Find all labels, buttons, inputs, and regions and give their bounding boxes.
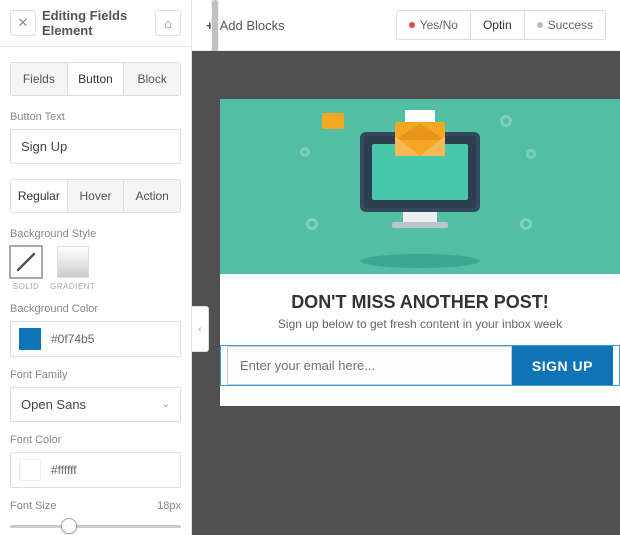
hero-image: [220, 99, 620, 274]
step-yesno-label: Yes/No: [420, 18, 458, 32]
bg-style-gradient[interactable]: [57, 246, 89, 278]
optin-subtext: Sign up below to get fresh content in yo…: [230, 317, 610, 331]
chevron-left-icon: ‹: [198, 324, 201, 335]
close-icon: ✕: [18, 15, 29, 31]
main-area: + Add Blocks Yes/No Optin Success: [192, 0, 620, 535]
slider-track: [10, 525, 181, 528]
bg-style-gradient-label: GRADIENT: [50, 282, 95, 291]
dot-icon: [537, 22, 543, 28]
slider-thumb[interactable]: [61, 518, 77, 534]
preview-canvas: ‹: [192, 51, 620, 535]
step-yesno[interactable]: Yes/No: [397, 11, 471, 39]
monitor-icon: [360, 132, 480, 242]
envelope-icon: [395, 118, 445, 156]
font-family-label: Font Family: [10, 369, 181, 381]
optin-headline: DON'T MISS ANOTHER POST!: [230, 292, 610, 313]
font-color-label: Font Color: [10, 434, 181, 446]
font-size-value: 18px: [157, 500, 181, 512]
bg-color-chip: [19, 328, 41, 350]
step-optin[interactable]: Optin: [471, 11, 525, 39]
step-optin-label: Optin: [483, 18, 512, 32]
tab-hover[interactable]: Hover: [68, 180, 125, 212]
element-tabs: Fields Button Block: [10, 62, 181, 96]
bg-color-input[interactable]: #0f74b5: [10, 321, 181, 357]
font-size-label: Font Size: [10, 500, 56, 512]
font-size-slider[interactable]: [10, 516, 181, 535]
add-blocks-label: Add Blocks: [220, 18, 285, 33]
tab-button[interactable]: Button: [68, 63, 125, 95]
font-size-row: Font Size 18px: [10, 500, 181, 512]
font-color-value: #ffffff: [51, 463, 77, 477]
tab-action[interactable]: Action: [124, 180, 180, 212]
bg-style-swatches: SOLID GRADIENT: [10, 246, 181, 291]
font-family-select[interactable]: Open Sans ⌄: [10, 387, 181, 422]
signup-button[interactable]: SIGN UP: [512, 346, 613, 385]
close-button[interactable]: ✕: [10, 10, 36, 36]
bg-color-label: Background Color: [10, 303, 181, 315]
sidebar-title: Editing Fields Element: [42, 8, 149, 38]
tab-regular[interactable]: Regular: [11, 180, 68, 212]
button-text-input[interactable]: [10, 129, 181, 164]
home-icon: ⌂: [164, 16, 172, 31]
bg-style-label: Background Style: [10, 228, 181, 240]
button-panel: Button Text Regular Hover Action Backgro…: [0, 111, 191, 535]
font-color-chip: [19, 459, 41, 481]
collapse-sidebar-button[interactable]: ‹: [192, 306, 209, 352]
step-tabs: Yes/No Optin Success: [396, 10, 606, 40]
optin-form: SIGN UP: [220, 345, 620, 386]
editor-sidebar: ✕ Editing Fields Element ⌂ Fields Button…: [0, 0, 192, 535]
font-family-value: Open Sans: [21, 397, 86, 412]
step-success[interactable]: Success: [525, 11, 605, 39]
font-color-input[interactable]: #ffffff: [10, 452, 181, 488]
bg-style-solid-label: SOLID: [13, 282, 40, 291]
step-success-label: Success: [548, 18, 593, 32]
home-button[interactable]: ⌂: [155, 10, 181, 36]
email-input[interactable]: [227, 346, 512, 385]
bg-color-value: #0f74b5: [51, 332, 94, 346]
dot-icon: [409, 22, 415, 28]
toolbar: + Add Blocks Yes/No Optin Success: [192, 0, 620, 51]
chevron-down-icon: ⌄: [162, 399, 170, 410]
notification-icon: [322, 113, 344, 129]
app-root: ✕ Editing Fields Element ⌂ Fields Button…: [0, 0, 620, 535]
tab-block[interactable]: Block: [124, 63, 180, 95]
button-text-label: Button Text: [10, 111, 181, 123]
tab-fields[interactable]: Fields: [11, 63, 68, 95]
bg-style-solid[interactable]: [10, 246, 42, 278]
state-tabs: Regular Hover Action: [10, 179, 181, 213]
sidebar-header: ✕ Editing Fields Element ⌂: [0, 0, 191, 47]
optin-preview: DON'T MISS ANOTHER POST! Sign up below t…: [220, 99, 620, 406]
